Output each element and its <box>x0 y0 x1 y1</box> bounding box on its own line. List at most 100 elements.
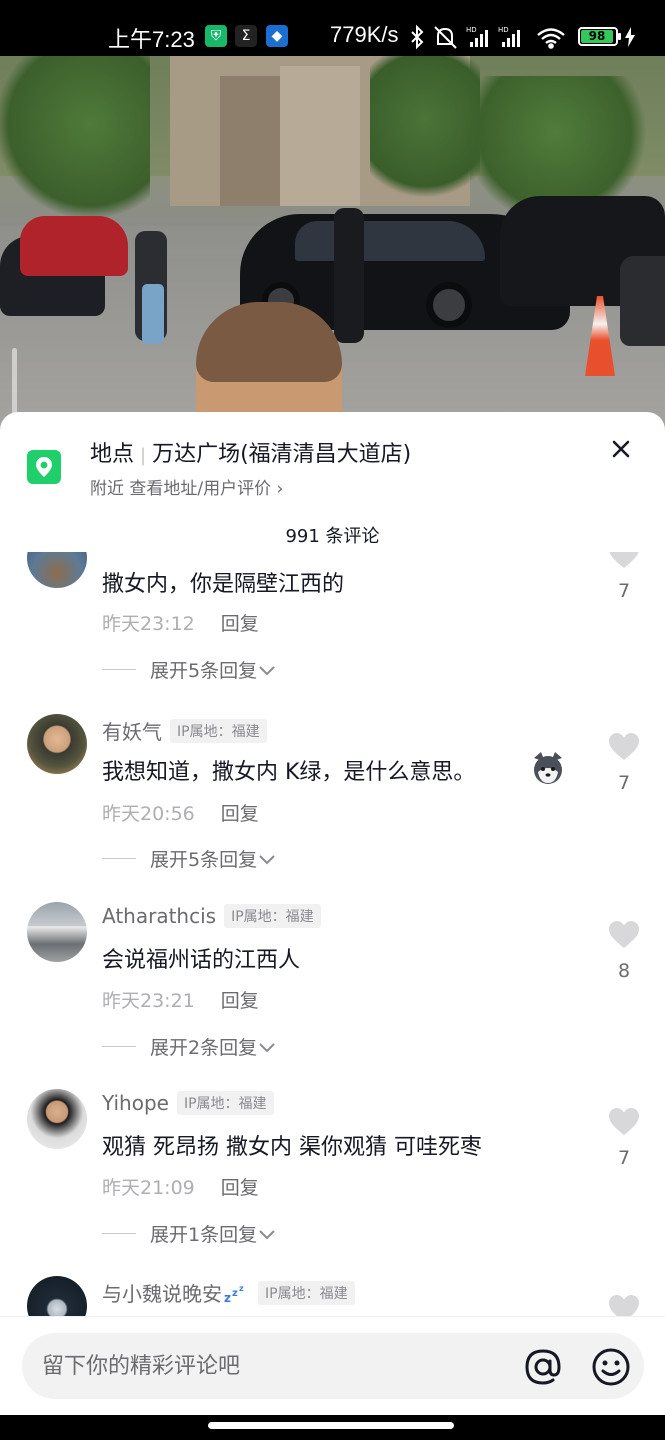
home-bar <box>0 1415 665 1440</box>
comment-text: 观猜 死昂扬 撒女内 渠你观猜 可哇死枣 <box>102 1135 482 1160</box>
expand-replies-label: 展开5条回复 <box>150 660 258 682</box>
like-button[interactable]: 7 <box>604 1107 644 1169</box>
avatar[interactable] <box>27 902 87 962</box>
username: Atharathcis <box>102 904 217 928</box>
location-title[interactable]: 地点 | 万达广场(福清清昌大道店) <box>90 436 411 468</box>
expand-replies-label: 展开5条回复 <box>150 849 258 871</box>
mention-at-icon[interactable] <box>522 1346 564 1388</box>
heart-icon <box>609 552 639 568</box>
avatar[interactable] <box>27 552 87 588</box>
svg-text:HD: HD <box>498 26 509 34</box>
svg-text:z: z <box>232 1288 238 1299</box>
wifi-icon <box>537 28 565 49</box>
avatar[interactable] <box>27 1089 87 1149</box>
comment-time: 昨天23:21 <box>102 990 195 1012</box>
sigma-app-icon: Σ <box>235 25 257 47</box>
expand-replies-label: 展开2条回复 <box>150 1037 258 1059</box>
username: 与小魏说晚安 <box>102 1282 222 1306</box>
comment-input[interactable] <box>42 1333 512 1399</box>
comment-input-container[interactable] <box>22 1333 644 1399</box>
ip-location-badge: IP属地：福建 <box>224 904 321 928</box>
shield-app-icon: ⛨ <box>205 25 227 47</box>
svg-text:z: z <box>239 1284 244 1293</box>
location-name: 万达广场(福清清昌大道店) <box>152 442 412 467</box>
close-icon[interactable] <box>604 432 638 466</box>
comment-list[interactable]: 撒女内，你是隔壁江西的 昨天23:12 回复 展开5条回复 7 有妖气 IP属地：福… <box>0 552 665 1317</box>
blue-app-icon: ◆ <box>266 25 288 47</box>
comment-count: 991 条评论 <box>285 526 380 547</box>
reply-button[interactable]: 回复 <box>221 803 259 825</box>
home-indicator[interactable] <box>208 1422 454 1429</box>
comment-meta: 昨天20:56 回复 <box>102 799 259 826</box>
expand-replies-button[interactable]: 展开1条回复 <box>102 1220 277 1247</box>
comment-text-content: 我想知道，撒女内 K绿，是什么意思。 <box>102 760 476 785</box>
heart-icon <box>609 1295 639 1317</box>
username: Yihope <box>102 1091 169 1115</box>
chevron-down-icon <box>259 665 275 675</box>
bluetooth-icon <box>411 24 424 50</box>
comment-username[interactable]: Atharathcis IP属地：福建 <box>102 904 321 928</box>
chevron-down-icon <box>259 854 275 864</box>
battery-icon: 98 <box>578 27 621 46</box>
comment-time: 昨天23:12 <box>102 613 195 635</box>
comment-meta: 昨天21:09 回复 <box>102 1173 259 1200</box>
expand-replies-button[interactable]: 展开5条回复 <box>102 845 277 872</box>
expand-replies-button[interactable]: 展开5条回复 <box>102 656 277 683</box>
sleeping-zzz-icon: z z z <box>224 1284 244 1304</box>
expand-replies-label: 展开1条回复 <box>150 1224 258 1246</box>
heart-icon <box>609 921 639 948</box>
ip-location-badge: IP属地：福建 <box>170 718 267 743</box>
ip-location-badge: IP属地：福建 <box>176 1091 274 1115</box>
like-button[interactable] <box>604 1294 644 1317</box>
ip-location-badge: IP属地：福建 <box>258 1280 355 1305</box>
reply-button[interactable]: 回复 <box>221 990 259 1012</box>
comment-text: 我想知道，撒女内 K绿，是什么意思。 <box>102 752 562 786</box>
comment-username[interactable]: 有妖气 IP属地：福建 <box>102 716 267 745</box>
username: 有妖气 <box>102 720 162 744</box>
network-speed: 779K/s <box>330 22 399 47</box>
like-count: 8 <box>617 960 631 982</box>
reply-button[interactable]: 回复 <box>221 1177 259 1199</box>
heart-icon <box>609 733 639 760</box>
location-divider: | <box>140 445 147 466</box>
emoji-icon[interactable] <box>590 1346 632 1388</box>
reply-button[interactable]: 回复 <box>221 613 259 635</box>
mute-icon <box>434 26 457 49</box>
status-icons: HD HD <box>411 24 565 50</box>
svg-text:z: z <box>224 1291 231 1304</box>
heart-icon <box>609 1108 639 1135</box>
comment-text: 撒女内，你是隔壁江西的 <box>102 572 345 597</box>
location-subtitle[interactable]: 附近 查看地址/用户评价 › <box>90 474 283 499</box>
map-pin-icon[interactable] <box>27 450 61 484</box>
video-frame[interactable] <box>0 56 665 436</box>
comment-sheet: 地点 | 万达广场(福清清昌大道店) 附近 查看地址/用户评价 › 991 条评论 … <box>0 412 665 1415</box>
comment-meta: 昨天23:21 回复 <box>102 986 259 1013</box>
comment-meta: 昨天23:12 回复 <box>102 609 259 636</box>
chevron-down-icon <box>259 1042 275 1052</box>
charging-icon <box>625 27 635 47</box>
expand-replies-button[interactable]: 展开2条回复 <box>102 1033 277 1060</box>
like-button[interactable]: 7 <box>604 552 644 602</box>
comment-input-bar <box>0 1316 665 1415</box>
status-bar: 上午7:23 ⛨ Σ ◆ 779K/s HD HD 98 <box>0 0 665 56</box>
signal-hd-icon: HD <box>498 26 520 47</box>
like-button[interactable]: 7 <box>604 732 644 794</box>
comment-time: 昨天20:56 <box>102 803 195 825</box>
like-count: 7 <box>617 772 631 794</box>
status-time: 上午7:23 <box>108 27 195 52</box>
comment-text: 会说福州话的江西人 <box>102 948 301 973</box>
like-count: 7 <box>617 580 631 602</box>
signal-hd-icon: HD <box>466 26 488 47</box>
avatar[interactable] <box>27 1276 87 1317</box>
comment-username[interactable]: Yihope IP属地：福建 <box>102 1091 274 1115</box>
chevron-down-icon <box>259 1229 275 1239</box>
location-label: 地点 <box>90 442 135 467</box>
svg-text:HD: HD <box>466 26 477 34</box>
battery-level: 98 <box>581 30 613 43</box>
avatar[interactable] <box>27 714 87 774</box>
comment-username[interactable]: 与小魏说晚安 z z z IP属地：福建 <box>102 1278 355 1307</box>
husky-emoji-icon <box>534 752 562 784</box>
comment-time: 昨天21:09 <box>102 1177 195 1199</box>
like-count: 7 <box>617 1147 631 1169</box>
like-button[interactable]: 8 <box>604 920 644 982</box>
